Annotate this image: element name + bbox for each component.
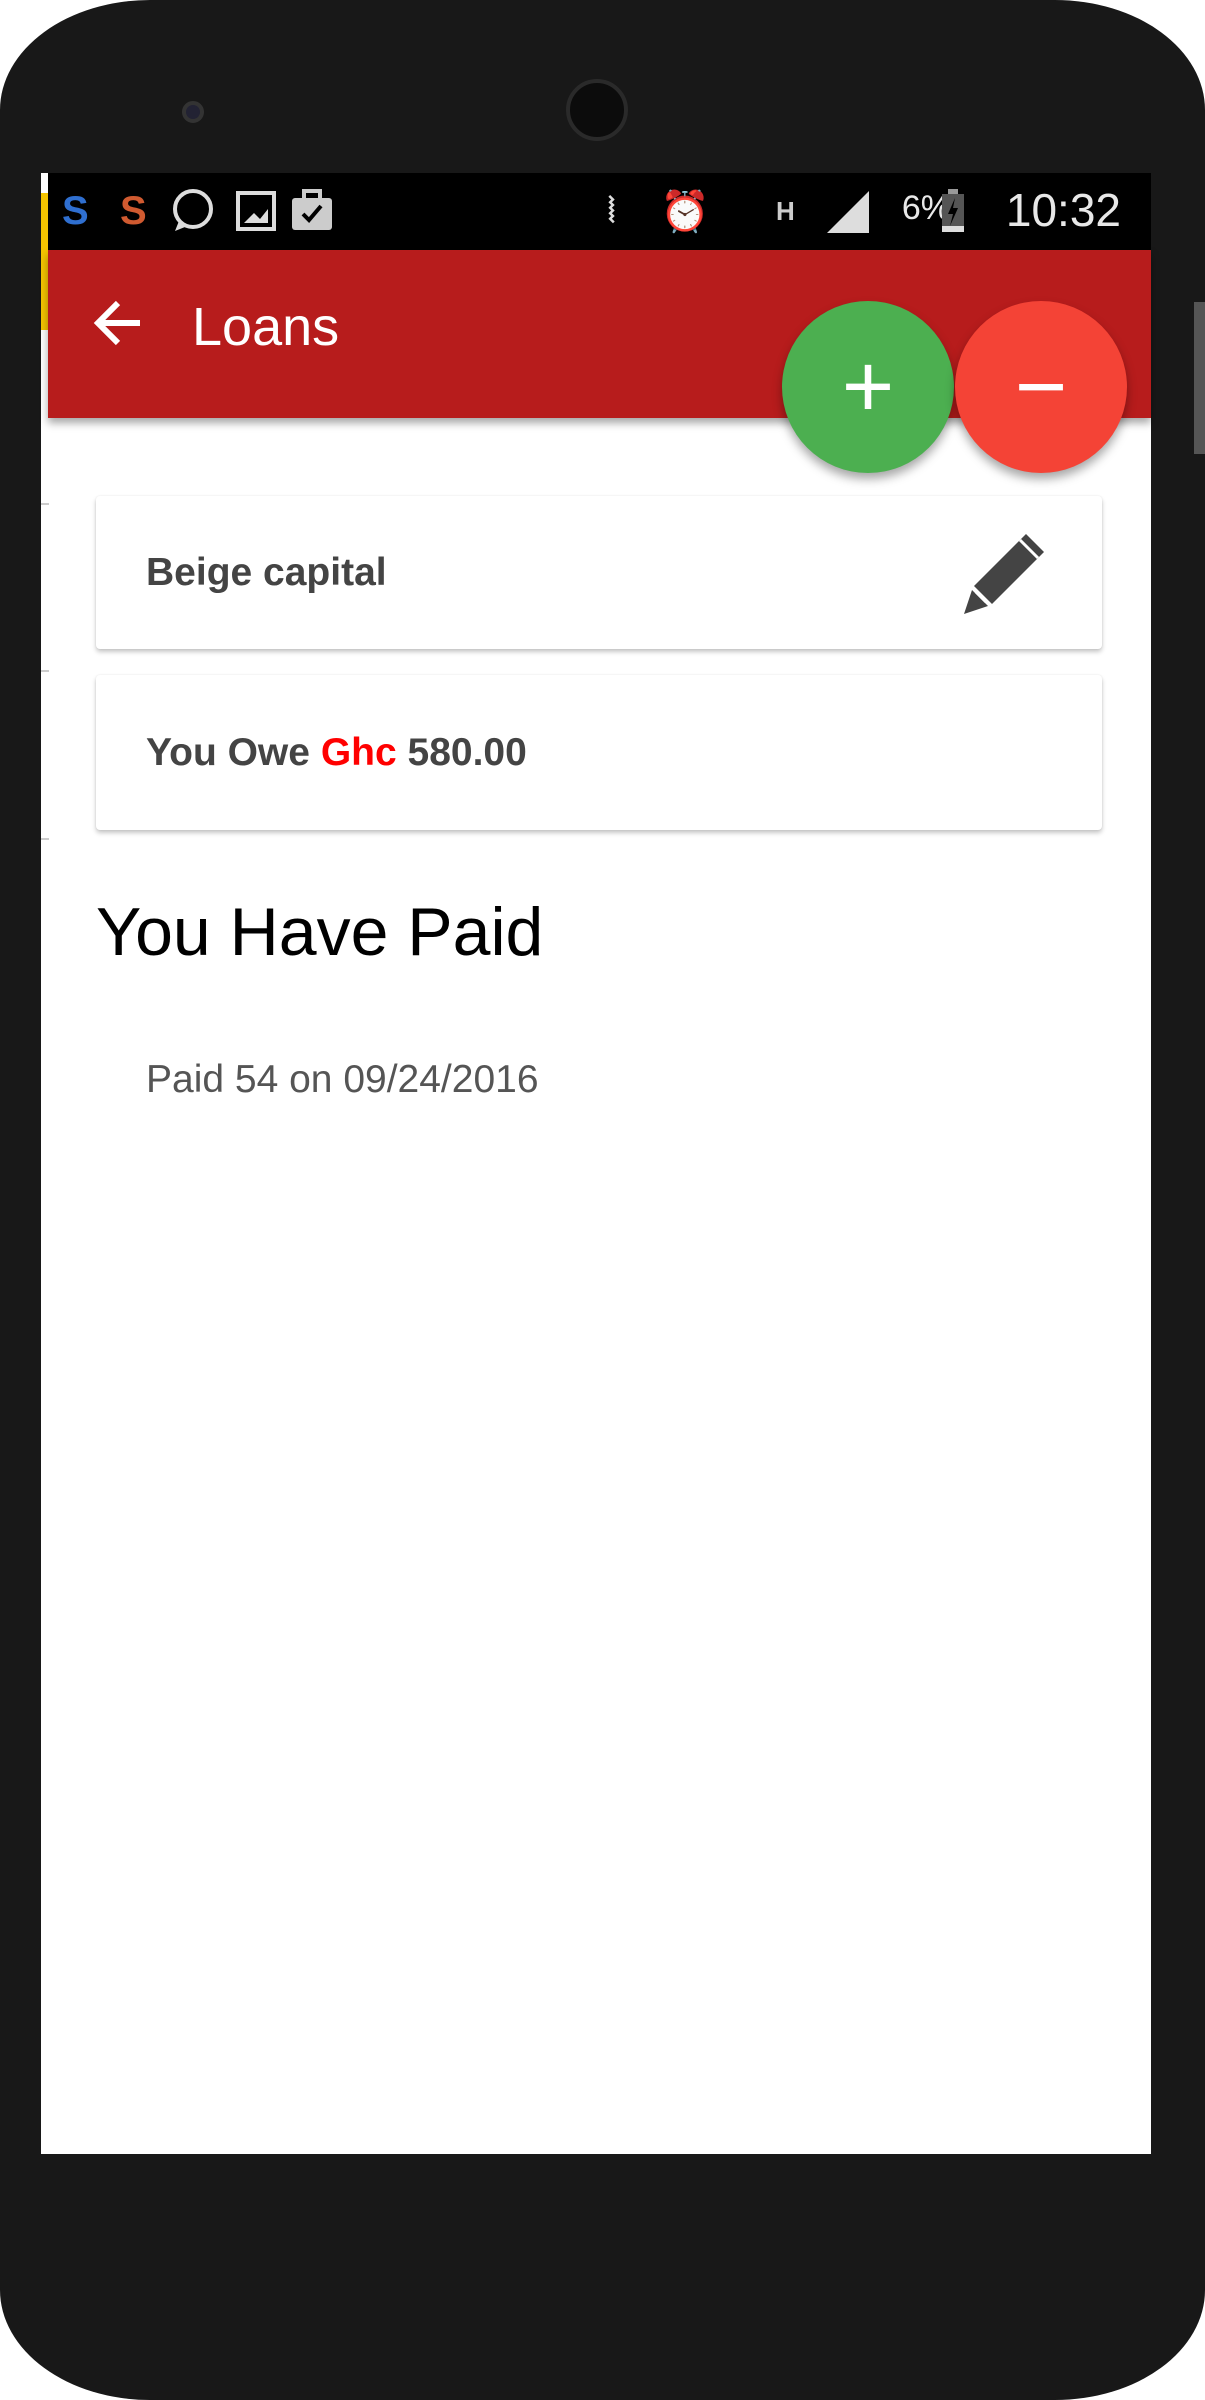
loan-name-card: Beige capital: [96, 496, 1102, 649]
edge-mark: [41, 503, 49, 505]
vibrate-mute-icon: ⦚: [608, 191, 616, 230]
loan-name: Beige capital: [146, 550, 387, 594]
whatsapp-icon: [168, 187, 218, 235]
owe-amount: 580.00: [407, 730, 527, 774]
front-camera: [566, 79, 628, 141]
alarm-icon: ⏰: [660, 189, 710, 234]
amount-owed-card: You Owe Ghc 580.00: [96, 675, 1102, 830]
status-bar: S S ⦚ ⏰ H 6% 10:32: [48, 173, 1151, 250]
minus-icon: −: [1014, 337, 1068, 437]
edge-mark: [41, 838, 49, 840]
h-data-icon: H: [776, 195, 795, 226]
plus-icon: +: [841, 337, 895, 437]
owe-label: You Owe: [146, 730, 310, 774]
signal-icon: [823, 187, 873, 235]
edge-mark: [41, 670, 49, 672]
currency: Ghc: [320, 730, 397, 774]
page-title: Loans: [192, 297, 340, 357]
underlying-app-edge: [41, 193, 48, 330]
s-app-orange-icon: S: [120, 188, 147, 233]
edit-pencil-icon[interactable]: [960, 528, 1050, 618]
add-payment-button[interactable]: +: [782, 301, 954, 473]
battery-charging-icon: [938, 187, 968, 235]
clock: 10:32: [1005, 184, 1121, 236]
back-arrow-icon[interactable]: [90, 295, 146, 351]
phone-frame: S S ⦚ ⏰ H 6% 10:32 Loans + − Beige capit…: [0, 0, 1205, 2400]
briefcase-check-icon: [288, 187, 336, 235]
remove-button[interactable]: −: [955, 301, 1127, 473]
screen: S S ⦚ ⏰ H 6% 10:32 Loans + − Beige capit…: [41, 173, 1151, 2154]
sensor: [182, 101, 204, 123]
payments-heading: You Have Paid: [96, 894, 544, 970]
gallery-icon: [233, 187, 279, 235]
payment-item: Paid 54 on 09/24/2016: [146, 1058, 539, 1101]
s-app-blue-icon: S: [62, 188, 89, 233]
power-button: [1194, 302, 1205, 454]
amount-owed: You Owe Ghc 580.00: [146, 731, 527, 775]
